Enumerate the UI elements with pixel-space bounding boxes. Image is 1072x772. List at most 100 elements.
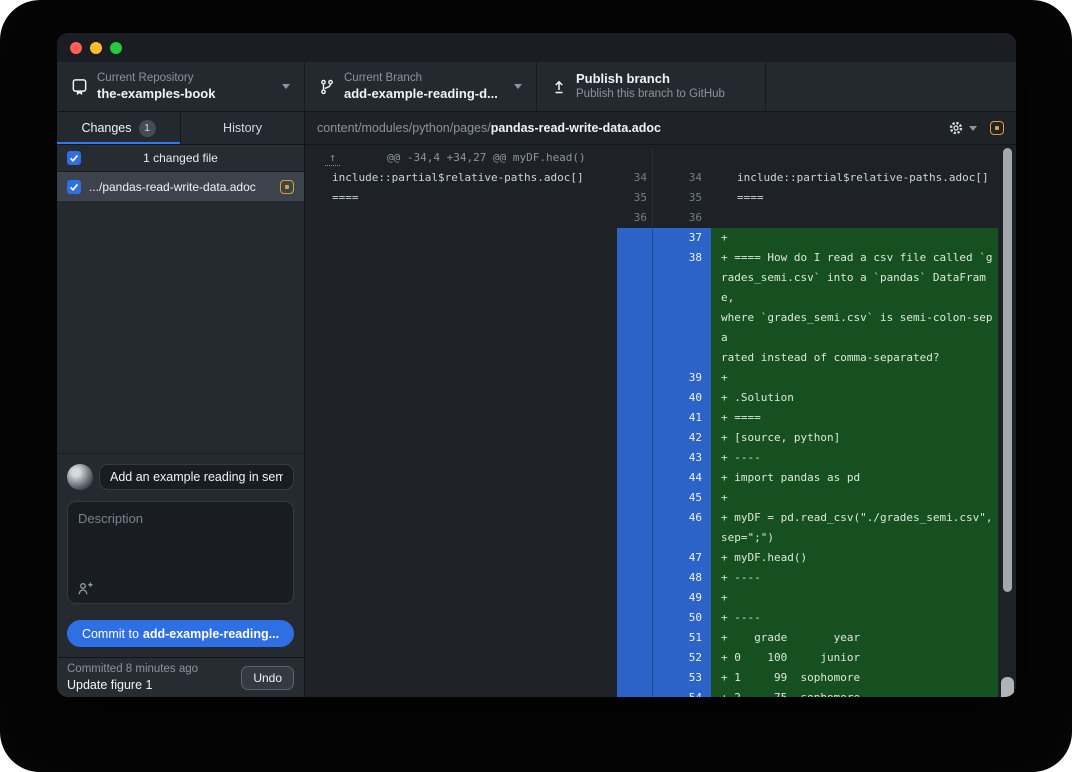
diff-row-48[interactable]: 48+ ---- [305, 568, 998, 588]
tab-changes-label: Changes [81, 121, 131, 135]
old-line-number [617, 388, 652, 408]
old-line-number [617, 648, 652, 668]
old-line-number: 35 [617, 188, 652, 208]
close-window-button[interactable] [70, 42, 82, 54]
tab-history-label: History [223, 121, 262, 135]
zoom-window-button[interactable] [110, 42, 122, 54]
github-desktop-window: Current Repository the-examples-book Cur… [57, 33, 1016, 697]
new-line-number: 53 [652, 668, 711, 688]
diff-row-42[interactable]: 42+ [source, python] [305, 428, 998, 448]
old-line-number [617, 448, 652, 468]
diff-row-37[interactable]: 37+ [305, 228, 998, 248]
diff-row-46[interactable]: 46+ myDF = pd.read_csv("./grades_semi.cs… [305, 508, 998, 548]
diff-row-47[interactable]: 47+ myDF.head() [305, 548, 998, 568]
commit-description-field[interactable]: Description [67, 501, 294, 604]
changed-file-row[interactable]: .../pandas-read-write-data.adoc [57, 172, 304, 201]
old-line-number [617, 428, 652, 448]
sidebar-tab-bar: Changes 1 History [57, 112, 304, 145]
diff-row-53[interactable]: 53+ 1 99 sophomore [305, 668, 998, 688]
chevron-down-icon [969, 126, 977, 131]
old-line-number [617, 488, 652, 508]
diff-row-52[interactable]: 52+ 0 100 junior [305, 648, 998, 668]
diff-row-49[interactable]: 49+ [305, 588, 998, 608]
new-line-number: 48 [652, 568, 711, 588]
new-line-number: 34 [652, 168, 711, 188]
branch-icon [319, 79, 335, 95]
add-coauthor-icon[interactable] [77, 581, 94, 596]
old-line-number [617, 408, 652, 428]
diff-rows: ↑@@ -34,4 +34,27 @@ myDF.head()include::… [305, 148, 998, 697]
diff-row-50[interactable]: 50+ ---- [305, 608, 998, 628]
diff-scrollbar-track[interactable] [998, 145, 1016, 697]
old-line-number [617, 248, 652, 368]
old-line-number [617, 628, 652, 648]
user-avatar [67, 464, 93, 490]
minimize-window-button[interactable] [90, 42, 102, 54]
changed-file-name: .../pandas-read-write-data.adoc [89, 180, 272, 194]
old-line-number [617, 468, 652, 488]
diff-row-39[interactable]: 39+ [305, 368, 998, 388]
diff-file-path-bar: content/modules/python/pages/pandas-read… [305, 112, 1016, 145]
diff-row-43[interactable]: 43+ ---- [305, 448, 998, 468]
commit-button-prefix: Commit to [82, 627, 139, 641]
old-line-number [617, 608, 652, 628]
new-line-number: 49 [652, 588, 711, 608]
tab-history[interactable]: History [181, 112, 304, 144]
file-checkbox[interactable] [67, 180, 81, 194]
commit-button[interactable]: Commit to add-example-reading... [67, 620, 294, 647]
new-line-number: 41 [652, 408, 711, 428]
tab-changes[interactable]: Changes 1 [57, 112, 181, 144]
chevron-down-icon [514, 84, 522, 89]
diff-row-45[interactable]: 45+ [305, 488, 998, 508]
gear-icon [948, 120, 964, 136]
new-line-number: 42 [652, 428, 711, 448]
commit-button-branch: add-example-reading... [143, 627, 279, 641]
old-line-number [617, 568, 652, 588]
diff-row-44[interactable]: 44+ import pandas as pd [305, 468, 998, 488]
repository-name: the-examples-book [97, 86, 215, 102]
new-line-number: 36 [652, 208, 711, 228]
new-line-number: 43 [652, 448, 711, 468]
commit-form: Description Commit to add-example-readin… [57, 453, 304, 657]
branch-label: Current Branch [344, 71, 498, 85]
new-line-number: 54 [652, 688, 711, 697]
select-all-checkbox[interactable] [67, 151, 81, 165]
publish-branch-button[interactable]: Publish branch Publish this branch to Gi… [537, 62, 766, 111]
new-line-number: 44 [652, 468, 711, 488]
changed-files-header: 1 changed file [57, 145, 304, 172]
committed-time-text: Committed 8 minutes ago [67, 662, 198, 677]
current-repository-button[interactable]: Current Repository the-examples-book [57, 62, 305, 111]
file-path-prefix: content/modules/python/pages/ [317, 121, 491, 135]
modified-file-icon [990, 121, 1004, 135]
repository-icon [71, 78, 88, 95]
repository-label: Current Repository [97, 71, 215, 85]
new-line-number: 37 [652, 228, 711, 248]
old-line-number: 36 [617, 208, 652, 228]
diff-row-38[interactable]: 38+ ==== How do I read a csv file called… [305, 248, 998, 368]
file-path-name: pandas-read-write-data.adoc [491, 121, 661, 135]
branch-name: add-example-reading-d... [344, 86, 498, 102]
new-line-number: 52 [652, 648, 711, 668]
diff-row-34: include::partial$relative-paths.adoc[]34… [305, 168, 998, 188]
diff-row-54[interactable]: 54+ 2 75 sophomore [305, 688, 998, 697]
diff-options-button[interactable] [948, 120, 977, 136]
new-line-number: 47 [652, 548, 711, 568]
sidebar-empty-area [57, 201, 304, 453]
old-line-number [617, 688, 652, 697]
undo-button[interactable]: Undo [241, 666, 294, 690]
diff-row-51[interactable]: 51+ grade year [305, 628, 998, 648]
hunk-expand-icon[interactable]: ↑ [325, 150, 340, 166]
changed-files-summary: 1 changed file [143, 151, 218, 165]
new-line-number: 39 [652, 368, 711, 388]
last-commit-message: Update figure 1 [67, 677, 198, 693]
diff-scrollbar-thumb[interactable] [1003, 148, 1012, 592]
diff-scrollbar-corner [1001, 677, 1014, 697]
diff-hunk-header-row: ↑@@ -34,4 +34,27 @@ myDF.head() [305, 148, 998, 168]
new-line-number: 38 [652, 248, 711, 368]
current-branch-button[interactable]: Current Branch add-example-reading-d... [305, 62, 537, 111]
diff-row-40[interactable]: 40+ .Solution [305, 388, 998, 408]
commit-summary-input[interactable] [99, 464, 294, 490]
old-line-number [617, 548, 652, 568]
diff-row-41[interactable]: 41+ ==== [305, 408, 998, 428]
old-line-number [617, 668, 652, 688]
